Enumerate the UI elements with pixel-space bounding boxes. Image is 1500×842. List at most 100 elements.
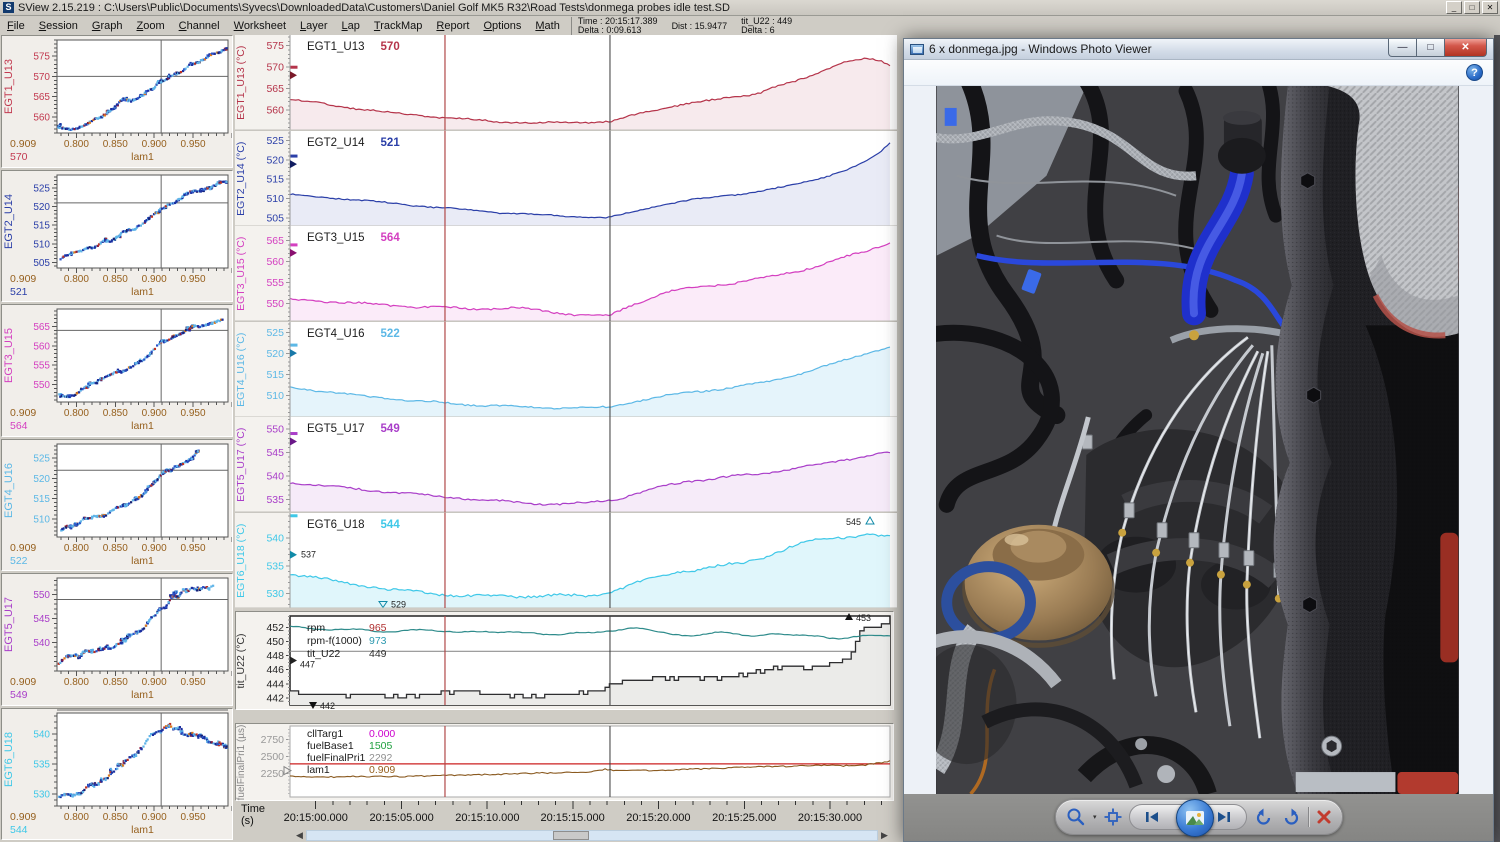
zoom-dropdown-arrow-icon[interactable]: ▾: [1093, 813, 1097, 821]
rpm-panel: 442444446448450452tit_U22 (°C)rpm965rpm-…: [235, 611, 897, 711]
pv-maximize-button[interactable]: □: [1417, 39, 1444, 57]
sview-minimize-button[interactable]: _: [1446, 1, 1462, 14]
time-tick-label: 20:15:20.000: [626, 812, 690, 824]
menu-layer[interactable]: Layer: [293, 18, 335, 34]
fuel-panel: 225025002750fuelFinalPri1 (µs)cllTarg10.…: [235, 723, 897, 802]
min-marker-label: 529: [391, 599, 406, 608]
legend-label: cllTarg1: [307, 728, 343, 740]
plot-area[interactable]: [57, 40, 228, 133]
horizontal-scrollbar[interactable]: [306, 830, 878, 841]
y-tick-label: 442: [266, 692, 284, 704]
y-tick-label: 535: [33, 759, 50, 770]
scatter-chart-EGT3_U15: 5505555605650.8000.8500.9000.950EGT3_U15…: [2, 305, 232, 435]
plot-area[interactable]: [57, 444, 228, 537]
menu-worksheet[interactable]: Worksheet: [227, 18, 293, 34]
zoom-icon[interactable]: [1066, 807, 1086, 827]
status-bottom: Delta : 0:09.613: [578, 26, 658, 35]
value-dash: [291, 514, 298, 517]
x-tick-label: 0.900: [142, 139, 167, 150]
actual-size-icon[interactable]: [1104, 808, 1122, 826]
plot-area[interactable]: [57, 578, 228, 671]
previous-button[interactable]: [1130, 805, 1174, 829]
rpm-axis-label: tit_U22 (°C): [235, 634, 247, 689]
y-tick-label: 510: [33, 239, 50, 250]
scatter-axis-label: EGT6_U18: [3, 731, 15, 786]
pv-close-button[interactable]: ✕: [1444, 39, 1487, 57]
legend-value: 973: [369, 635, 387, 647]
photo-viewer-menubar: [904, 60, 1493, 86]
status-col: tit_U22 : 449Delta : 6: [741, 17, 792, 35]
y-tick-label: 545: [33, 614, 50, 625]
pv-minimize-button[interactable]: ―: [1388, 39, 1417, 57]
menu-zoom[interactable]: Zoom: [129, 18, 171, 34]
photo-viewer-window: 6 x donmega.jpg - Windows Photo Viewer ―…: [903, 38, 1494, 842]
time-tick-label: 20:15:05.000: [369, 812, 433, 824]
cursor-x-value: 0.909: [10, 138, 36, 150]
cursor-x-value: 0.909: [10, 273, 36, 285]
y-tick-label: 575: [266, 40, 284, 52]
photo-viewer-footer: ▾: [904, 794, 1493, 841]
value-dash: [291, 432, 298, 435]
slideshow-button[interactable]: [1176, 799, 1214, 837]
legend-value: 2292: [369, 752, 393, 764]
menu-channel[interactable]: Channel: [172, 18, 227, 34]
menu-report[interactable]: Report: [429, 18, 476, 34]
x-tick-label: 0.950: [181, 543, 206, 554]
x-tick-label: 0.850: [103, 677, 128, 688]
menu-lap[interactable]: Lap: [335, 18, 367, 34]
y-tick-label: 530: [266, 588, 284, 600]
ts-header: EGT3_U15564: [307, 232, 400, 244]
status-readout: Time : 20:15:17.389Delta : 0:09.613Dist …: [571, 17, 806, 35]
sview-restore-button[interactable]: □: [1464, 1, 1480, 14]
y-tick-label: 520: [266, 154, 284, 166]
time-axis: 20:15:00.00020:15:05.00020:15:10.00020:1…: [235, 801, 897, 830]
help-icon[interactable]: ?: [1466, 64, 1483, 81]
scatter-axis-label: EGT5_U17: [3, 597, 15, 652]
menu-trackmap[interactable]: TrackMap: [367, 18, 430, 34]
legend-label: lam1: [307, 764, 330, 776]
x-tick-label: 0.900: [142, 543, 167, 554]
y-tick-label: 530: [33, 789, 50, 800]
x-tick-label: 0.900: [142, 274, 167, 285]
status-top: Dist : 15.9477: [672, 22, 728, 31]
scrollbar-left-arrow[interactable]: ◀: [296, 830, 303, 841]
sview-app-icon: S: [3, 2, 14, 13]
legend-label: fuelBase1: [307, 740, 354, 752]
cursor-y-value: 549: [10, 689, 28, 701]
y-tick-label: 448: [266, 650, 284, 662]
ts-header: EGT6_U18544: [307, 519, 400, 531]
menu-math[interactable]: Math: [528, 18, 566, 34]
x-tick-label: 0.800: [64, 543, 89, 554]
x-axis-label: lam1: [131, 286, 154, 298]
sview-titlebar: S SView 2.15.219 : C:\Users\Public\Docum…: [0, 0, 1500, 16]
menu-graph[interactable]: Graph: [85, 18, 130, 34]
legend-value: 449: [369, 648, 387, 660]
y-tick-label: 505: [33, 257, 50, 268]
ts-header: EGT2_U14521: [307, 137, 400, 149]
x-axis-label: lam1: [131, 689, 154, 701]
legend-value: 1505: [369, 740, 393, 752]
menu-file[interactable]: File: [0, 18, 32, 34]
scatter-panel-EGT5_U17: 5405455500.8000.8500.9000.950EGT5_U170.9…: [1, 573, 233, 706]
scatter-axis-label: EGT1_U13: [3, 59, 15, 114]
photo-viewer-titlebar: 6 x donmega.jpg - Windows Photo Viewer ―…: [904, 39, 1493, 60]
legend-value: 0.909: [369, 764, 395, 776]
rotate-cw-icon[interactable]: [1281, 807, 1301, 827]
x-tick-label: 0.800: [64, 677, 89, 688]
scatter-chart-EGT6_U18: 5305355400.8000.8500.9000.950EGT6_U180.9…: [2, 709, 232, 839]
legend-value: 965: [369, 622, 387, 634]
legend-label: fuelFinalPri1: [307, 752, 366, 764]
scrollbar-thumb[interactable]: [553, 831, 589, 840]
rotate-ccw-icon[interactable]: [1254, 807, 1274, 827]
x-tick-label: 0.900: [142, 408, 167, 419]
desktop-screen: S SView 2.15.219 : C:\Users\Public\Docum…: [0, 0, 1500, 842]
ts-panel-EGT1_U13: 560565570575EGT1_U13 (°C)EGT1_U13570: [235, 35, 897, 131]
max-marker-label: 453: [856, 613, 871, 623]
x-tick-label: 0.800: [64, 139, 89, 150]
menu-session[interactable]: Session: [32, 18, 85, 34]
delete-icon[interactable]: [1316, 809, 1332, 825]
y-tick-label: 515: [33, 494, 50, 505]
scrollbar-right-arrow[interactable]: ▶: [881, 830, 888, 841]
sview-close-button[interactable]: ✕: [1482, 1, 1498, 14]
menu-options[interactable]: Options: [476, 18, 528, 34]
